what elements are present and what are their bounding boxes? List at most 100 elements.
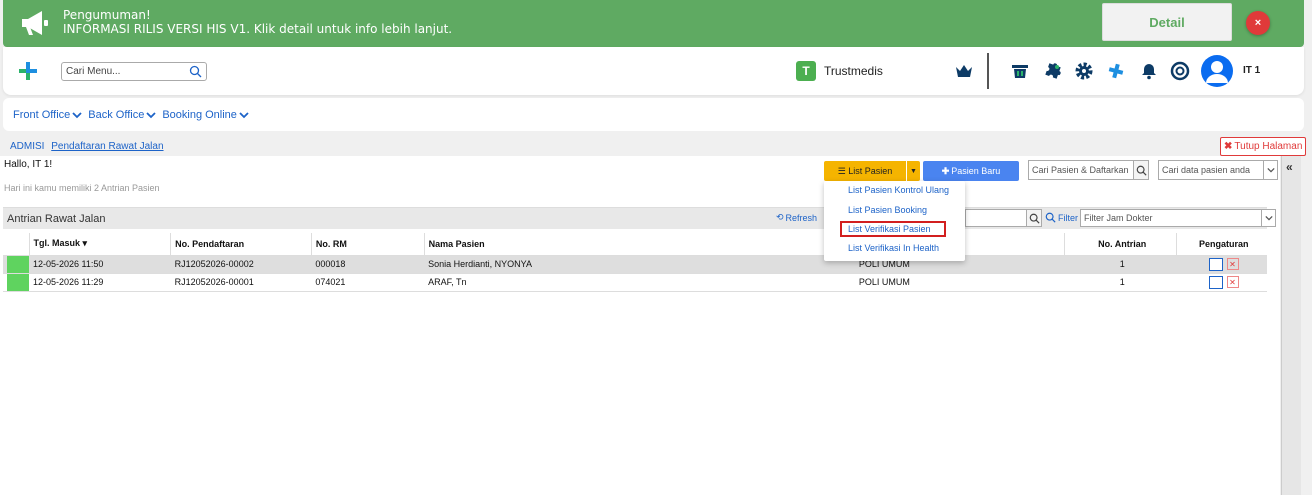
filter-button[interactable]: Filter [1045, 212, 1078, 223]
header-divider [987, 53, 989, 89]
refresh-button[interactable]: ⟲ Refresh [776, 212, 817, 223]
cell-no-daftar: RJ12052026-00001 [170, 273, 312, 292]
detail-button[interactable]: Detail [1102, 3, 1232, 41]
status-cell [3, 255, 29, 274]
chevron-down-icon [146, 111, 156, 118]
side-collapse-strip[interactable]: « [1281, 156, 1301, 495]
gear-icon[interactable] [1074, 61, 1094, 81]
trustmedis-brand-icon: T [796, 61, 816, 81]
menu-search-input[interactable]: Cari Menu... [61, 62, 207, 81]
close-announcement-button[interactable]: × [1246, 11, 1270, 35]
help-icon[interactable] [1170, 61, 1190, 81]
cell-actions: ✕ [1176, 273, 1267, 292]
cell-nama: ARAF, Tn [424, 273, 855, 292]
delete-icon[interactable]: ✕ [1226, 258, 1239, 270]
brand-name: Trustmedis [824, 64, 883, 78]
status-indicator [7, 255, 29, 273]
register-search-button[interactable] [1133, 160, 1149, 180]
announcement-title: Pengumuman! [63, 8, 151, 22]
cell-no-daftar: RJ12052026-00002 [170, 255, 312, 274]
avatar[interactable] [1201, 55, 1233, 87]
status-cell [3, 273, 29, 292]
menu-item-kontrol-ulang[interactable]: List Pasien Kontrol Ulang [848, 185, 949, 195]
filter-placeholder: Filter Jam Dokter [1084, 213, 1153, 223]
edit-icon[interactable] [1208, 257, 1223, 271]
main-nav: Front Office Back Office Booking Online [3, 98, 1304, 131]
nav-item-label: Front Office [13, 108, 71, 121]
table-row[interactable]: 12-05-2026 11:50 RJ12052026-00002 000018… [3, 255, 1267, 274]
greeting: Hallo, IT 1! [4, 159, 53, 170]
double-chevron-left-icon[interactable]: « [1286, 160, 1293, 174]
refresh-label: Refresh [785, 212, 818, 223]
menu-item-verifikasi-in-health[interactable]: List Verifikasi In Health [848, 243, 939, 253]
close-page-button[interactable]: ✖ Tutup Halaman [1220, 137, 1307, 156]
col-nama-pasien[interactable]: Nama Pasien [423, 233, 855, 256]
menu-item-booking[interactable]: List Pasien Booking [848, 205, 927, 215]
bell-icon[interactable] [1139, 61, 1159, 81]
status-indicator [7, 273, 29, 291]
list-icon: ☰ [837, 165, 846, 176]
chevron-down-icon [72, 111, 82, 118]
cell-no-rm: 000018 [311, 255, 425, 274]
list-pasien-button[interactable]: ☰ List Pasien ▼ [824, 161, 920, 181]
col-no-antrian[interactable]: No. Antrian [1063, 233, 1177, 256]
announcement-message: INFORMASI RILIS VERSI HIS V1. Klik detai… [63, 22, 453, 36]
search-icon[interactable] [189, 65, 202, 78]
cell-nama: Sonia Herdianti, NYONYA [424, 255, 855, 274]
cell-antrian: 1 [1064, 255, 1177, 274]
breadcrumb-root[interactable]: ADMISI [10, 141, 44, 152]
plus-icon: ✚ [941, 165, 950, 176]
plus-logo-icon[interactable] [1106, 61, 1126, 81]
queue-table: Tgl. Masuk ▾ No. Pendaftaran No. RM Nama… [3, 233, 1267, 292]
col-tgl-masuk-label: Tgl. Masuk [33, 238, 81, 249]
close-icon: ✖ [1224, 141, 1233, 152]
puzzle-icon[interactable] [1043, 61, 1063, 81]
user-name: IT 1 [1243, 65, 1261, 76]
search-icon [1045, 212, 1056, 223]
cell-actions: ✕ [1176, 255, 1267, 274]
menu-search-placeholder: Cari Menu... [66, 66, 121, 77]
cell-antrian: 1 [1064, 273, 1177, 292]
col-no-rm[interactable]: No. RM [310, 233, 425, 256]
megaphone-icon [22, 11, 48, 35]
main-panel: Hallo, IT 1! Hari ini kamu memiliki 2 An… [0, 156, 1280, 495]
cell-tgl: 12-05-2026 11:50 [29, 255, 171, 274]
nav-front-office[interactable]: Front Office [13, 109, 82, 121]
queue-hint: Hari ini kamu memiliki 2 Antrian Pasien [4, 183, 160, 193]
queue-search-button[interactable] [1026, 209, 1042, 227]
doctor-hour-filter-select[interactable]: Filter Jam Dokter [1080, 209, 1276, 227]
cart-icon[interactable] [1010, 61, 1030, 81]
chevron-down-icon [239, 111, 249, 118]
list-pasien-label-wrap: ☰ List Pasien [824, 166, 906, 177]
top-header: Cari Menu... T Trustmedis IT 1 [3, 47, 1304, 95]
delete-icon[interactable]: ✕ [1226, 276, 1239, 288]
refresh-icon: ⟲ [776, 212, 784, 222]
cell-no-rm: 074021 [311, 273, 425, 292]
table-header-row: Tgl. Masuk ▾ No. Pendaftaran No. RM Nama… [3, 233, 1267, 256]
nav-booking-online[interactable]: Booking Online [162, 109, 249, 121]
register-search-input[interactable]: Cari Pasien & Daftarkan [1028, 160, 1134, 180]
trustmedis-logo-icon[interactable] [17, 60, 39, 82]
col-status [3, 233, 29, 256]
caret-down-icon[interactable]: ▼ [906, 161, 920, 181]
announcement-bar: Pengumuman! INFORMASI RILIS VERSI HIS V1… [3, 0, 1304, 47]
table-row[interactable]: 12-05-2026 11:29 RJ12052026-00001 074021… [3, 273, 1267, 292]
patient-data-select[interactable]: Cari data pasien anda [1158, 160, 1278, 180]
sort-desc-icon: ▾ [82, 238, 88, 249]
register-search-placeholder: Cari Pasien & Daftarkan [1032, 165, 1129, 175]
edit-icon[interactable] [1208, 275, 1223, 289]
col-no-pendaftaran[interactable]: No. Pendaftaran [170, 233, 312, 256]
panel-title: Antrian Rawat Jalan [7, 213, 106, 225]
breadcrumb-current[interactable]: Pendaftaran Rawat Jalan [51, 141, 163, 152]
cell-poli: POLI UMUM [854, 273, 1065, 292]
pasien-baru-button[interactable]: ✚ Pasien Baru [923, 161, 1019, 181]
col-pengaturan: Pengaturan [1175, 233, 1267, 256]
nav-item-label: Booking Online [162, 108, 237, 121]
col-tgl-masuk[interactable]: Tgl. Masuk ▾ [28, 233, 171, 256]
nav-back-office[interactable]: Back Office [88, 109, 156, 121]
cell-tgl: 12-05-2026 11:29 [29, 273, 171, 292]
queue-panel-header: Antrian Rawat Jalan ⟲ Refresh Filter Fil… [3, 207, 1276, 229]
patient-data-placeholder: Cari data pasien anda [1162, 165, 1251, 175]
queue-search-input[interactable] [965, 209, 1027, 227]
crown-icon[interactable] [954, 61, 974, 81]
